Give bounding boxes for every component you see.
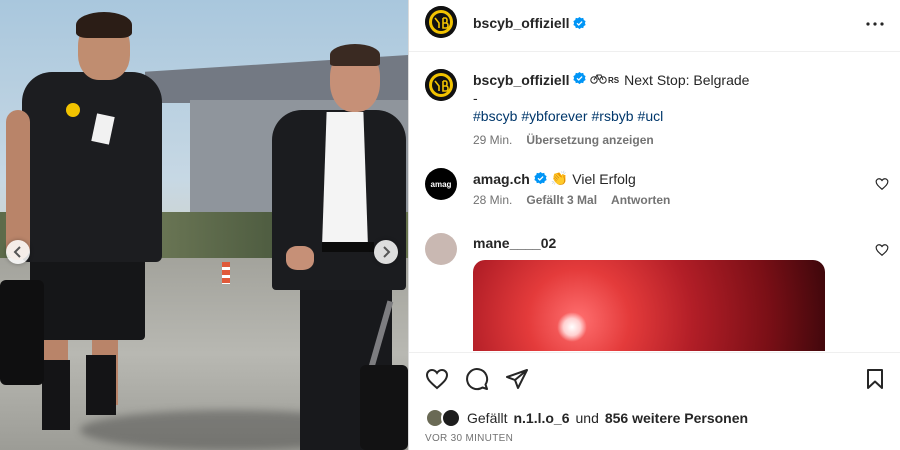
photo-bag [0, 280, 44, 385]
photo-man-hand [286, 246, 314, 270]
comment-meta: 28 Min. Gefällt 3 Mal Antworten [473, 193, 853, 207]
caption-meta: 29 Min. Übersetzung anzeigen [473, 131, 883, 149]
hashtag-link[interactable]: #rsbyb [592, 108, 634, 124]
verified-icon [534, 172, 547, 185]
post-actions: Gefällt n.1.l.o_6 und 856 weitere Person… [409, 352, 900, 450]
likes-others-link[interactable]: 856 weitere Personen [605, 410, 748, 426]
likes-connector: und [575, 410, 599, 426]
comments-section: bscyb_offiziell RS Next Stop: Belgrade -… [409, 53, 900, 351]
comment-time[interactable]: 28 Min. [473, 193, 512, 207]
chevron-right-icon [383, 246, 391, 258]
post-header: bscyb_offiziell [409, 0, 900, 52]
caption-time[interactable]: 29 Min. [473, 131, 512, 149]
comment-image[interactable] [473, 260, 825, 351]
amag-logo: amag [430, 179, 452, 189]
comment-like-heart-icon[interactable] [875, 177, 889, 191]
hashtag-link[interactable]: #bscyb [473, 108, 517, 124]
post-photo [0, 0, 408, 450]
avatar[interactable] [425, 233, 457, 265]
clap-emoji: 👏 [550, 170, 569, 186]
comment-icon[interactable] [465, 367, 489, 391]
caption-hashtags: #bscyb #ybforever #rsbyb #ucl [473, 107, 883, 125]
photo-man-hair [330, 44, 380, 66]
flare-glow [557, 312, 587, 342]
photo-cone [222, 262, 230, 284]
hashtag-link[interactable]: #ybforever [521, 108, 587, 124]
yb-crest-icon [425, 69, 457, 101]
avatar[interactable] [425, 69, 457, 101]
likes-summary: Gefällt n.1.l.o_6 und 856 weitere Person… [425, 408, 748, 428]
likes-first-user[interactable]: n.1.l.o_6 [513, 410, 569, 426]
chevron-left-icon [13, 246, 21, 258]
photo-player-sock [86, 355, 116, 415]
verified-icon [573, 72, 586, 85]
photo-player-hair [76, 12, 132, 38]
photo-crest [66, 103, 80, 117]
comment-text: Viel Erfolg [572, 170, 636, 187]
bookmark-icon[interactable] [863, 367, 887, 391]
heart-icon[interactable] [425, 367, 449, 391]
yb-crest-icon [425, 6, 457, 38]
share-icon[interactable] [505, 367, 529, 391]
photo-player-sock [42, 360, 70, 430]
comment-item: mane____02 [473, 235, 853, 251]
comment-username[interactable]: mane____02 [473, 235, 556, 251]
post-username[interactable]: bscyb_offiziell [473, 15, 569, 31]
bike-rs-emoji-icon: RS [590, 74, 620, 85]
comment-like-heart-icon[interactable] [875, 243, 889, 257]
more-options-icon[interactable] [863, 12, 887, 36]
post-timestamp[interactable]: VOR 30 MINUTEN [425, 433, 513, 444]
caption-text: Next Stop: Belgrade [624, 72, 750, 88]
comment-username[interactable]: amag.ch [473, 171, 530, 187]
liker-avatar[interactable] [441, 408, 461, 428]
photo-player-shirt [22, 72, 162, 262]
caption-dash: - [473, 90, 478, 106]
avatar[interactable] [425, 6, 457, 38]
photo-man-belt [322, 242, 374, 252]
verified-icon [573, 16, 587, 29]
likes-prefix: Gefällt [467, 410, 508, 426]
carousel-prev-button[interactable] [6, 240, 30, 264]
photo-player-arm [6, 110, 30, 260]
hashtag-link[interactable]: #ucl [638, 108, 664, 124]
carousel-next-button[interactable] [374, 240, 398, 264]
photo-man-shirt [322, 112, 368, 247]
post-sidebar: bscyb_offiziell bscyb_offiziell RS Next … [408, 0, 900, 450]
post-caption: bscyb_offiziell RS Next Stop: Belgrade -… [473, 71, 883, 149]
photo-suitcase [360, 365, 408, 450]
avatar[interactable]: amag [425, 168, 457, 200]
translate-link[interactable]: Übersetzung anzeigen [526, 131, 653, 149]
reply-button[interactable]: Antworten [611, 193, 670, 207]
caption-username[interactable]: bscyb_offiziell [473, 72, 569, 88]
comment-likes[interactable]: Gefällt 3 Mal [526, 193, 597, 207]
svg-text:RS: RS [608, 76, 620, 85]
comment-item: amag.ch 👏 Viel Erfolg 28 Min. Gefällt 3 … [473, 170, 853, 207]
